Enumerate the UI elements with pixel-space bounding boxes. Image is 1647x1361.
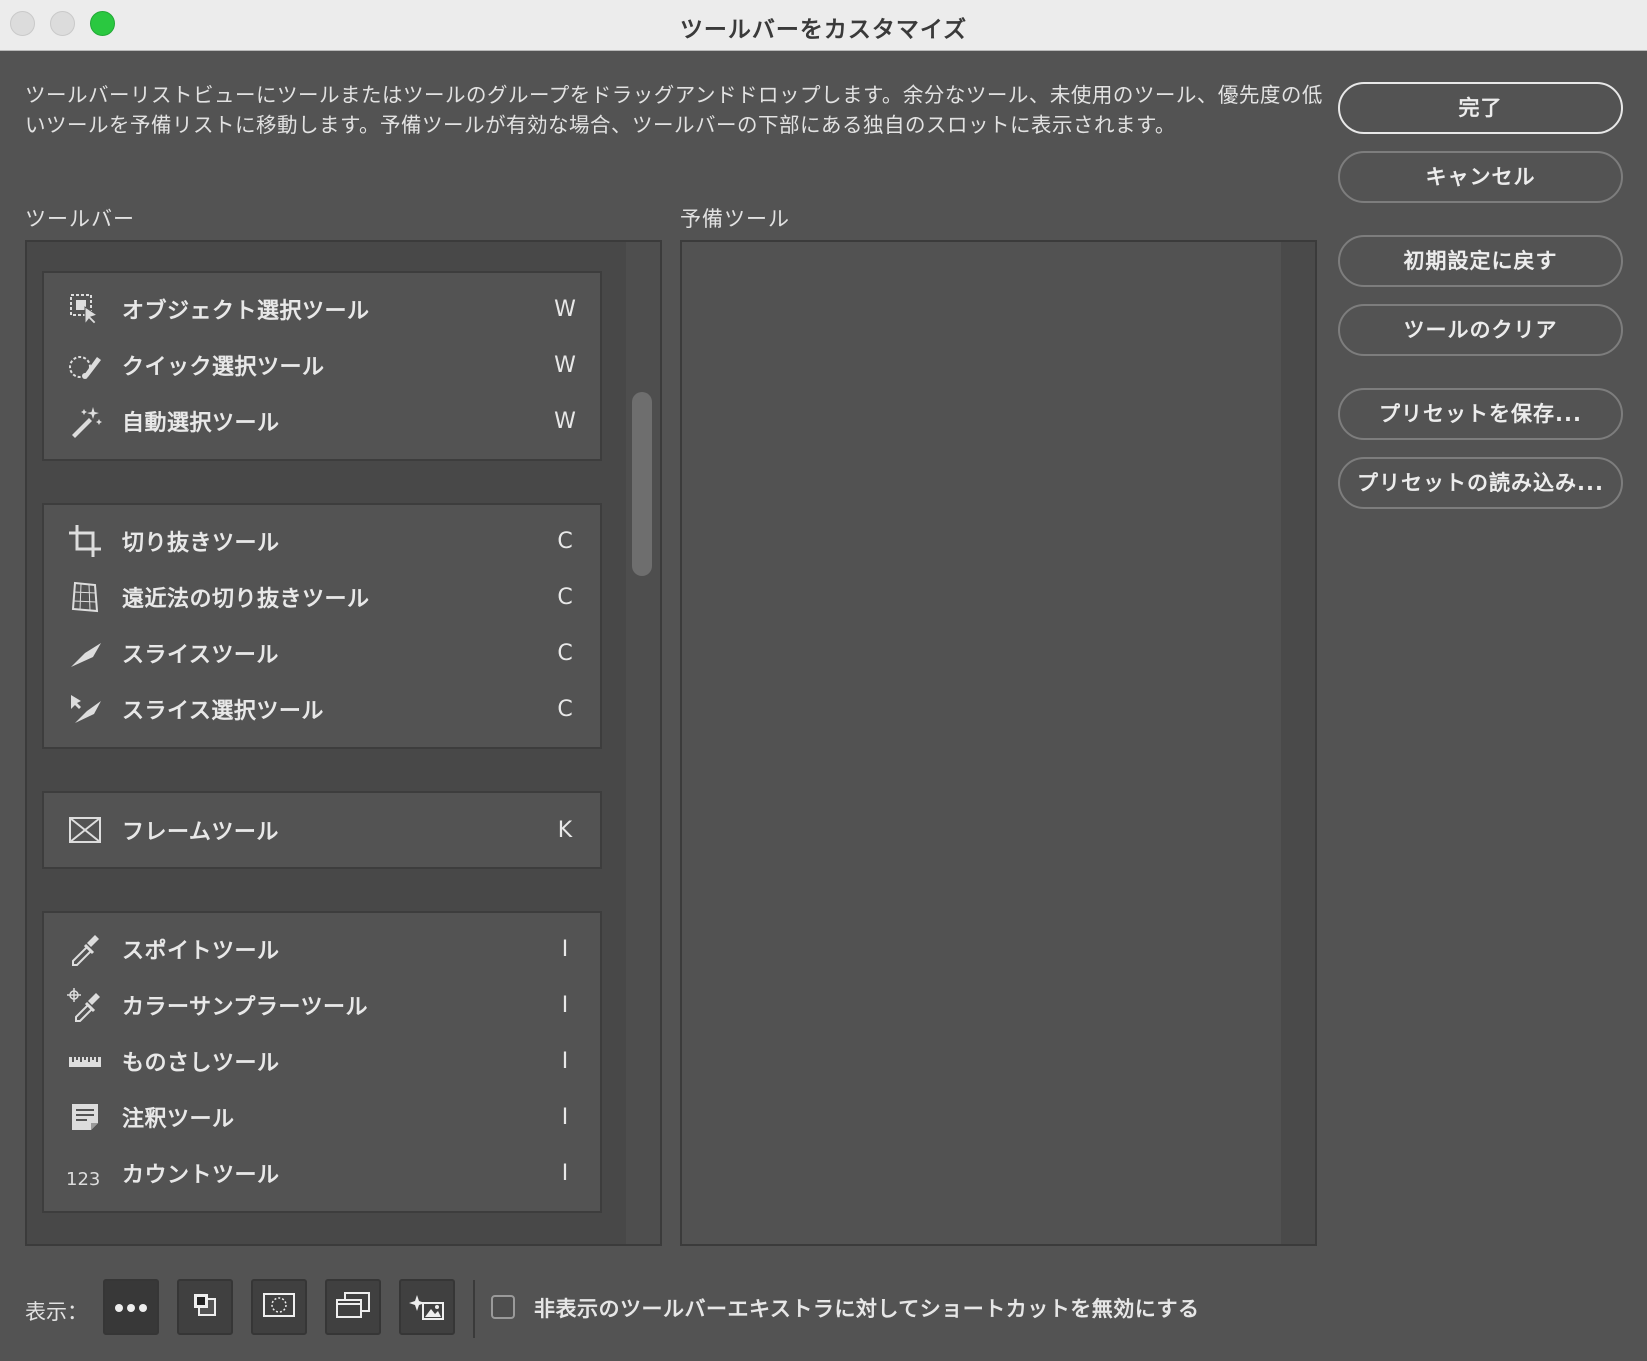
scrollbar-thumb[interactable]	[632, 392, 652, 576]
disable-shortcuts-checkbox[interactable]	[491, 1295, 515, 1319]
crop-icon	[64, 520, 106, 562]
tool-shortcut: I	[561, 1104, 569, 1130]
frame-icon	[64, 809, 106, 851]
tool-item[interactable]: ものさしツール I	[44, 1033, 600, 1089]
window-title: ツールバーをカスタマイズ	[679, 17, 968, 43]
show-label: 表示：	[25, 1300, 88, 1324]
tool-item[interactable]: 切り抜きツール C	[44, 513, 600, 569]
tool-item[interactable]: 遠近法の切り抜きツール C	[44, 569, 600, 625]
done-button[interactable]: 完了	[1338, 82, 1623, 134]
load-preset-button[interactable]: プリセットの読み込み...	[1338, 457, 1623, 509]
tool-item[interactable]: 自動選択ツール W	[44, 393, 600, 449]
screen-mode-toggle[interactable]	[325, 1279, 381, 1335]
ruler-icon	[64, 1040, 106, 1082]
tool-group[interactable]: 切り抜きツール C 遠近法の切り抜きツール C スライスツール C スライス選択…	[42, 503, 602, 749]
toolbar-list[interactable]: オブジェクト選択ツール W クイック選択ツール W 自動選択ツール W 切り抜き…	[25, 240, 662, 1246]
screen-mode-icon	[335, 1291, 371, 1323]
toolbar-list-label: ツールバー	[25, 207, 135, 231]
tool-name: クイック選択ツール	[122, 355, 325, 380]
tool-name: カウントツール	[122, 1163, 280, 1188]
tool-item[interactable]: クイック選択ツール W	[44, 337, 600, 393]
tool-group[interactable]: フレームツール K	[42, 791, 602, 869]
tool-shortcut: C	[557, 584, 573, 610]
tool-shortcut: W	[554, 352, 576, 378]
tool-shortcut: I	[561, 1160, 569, 1186]
perspective-crop-icon	[64, 576, 106, 618]
tool-name: スポイトツール	[122, 939, 280, 964]
quick-mask-icon	[262, 1291, 296, 1323]
tool-name: オブジェクト選択ツール	[122, 299, 370, 324]
tool-item[interactable]: 123 カウントツール I	[44, 1145, 600, 1201]
count-icon-text: 123	[66, 1169, 100, 1190]
eyedropper-icon	[64, 928, 106, 970]
generative-image-icon	[409, 1289, 445, 1325]
tool-item[interactable]: フレームツール K	[44, 802, 600, 858]
extra-tools-toggle[interactable]	[103, 1279, 159, 1335]
description-text: ツールバーリストビューにツールまたはツールのグループをドラッグアンドドロップしま…	[25, 83, 1323, 137]
tool-shortcut: C	[557, 696, 573, 722]
count-icon: 123	[64, 1152, 106, 1194]
title-bar: ツールバーをカスタマイズ	[0, 0, 1647, 51]
slice-select-icon	[64, 688, 106, 730]
tool-item[interactable]: オブジェクト選択ツール W	[44, 281, 600, 337]
generative-toggle[interactable]	[399, 1279, 455, 1335]
magic-wand-icon	[64, 400, 106, 442]
tool-group[interactable]: オブジェクト選択ツール W クイック選択ツール W 自動選択ツール W	[42, 271, 602, 461]
color-sampler-icon	[64, 984, 106, 1026]
tool-name: カラーサンプラーツール	[122, 995, 368, 1020]
more-icon	[114, 1298, 148, 1317]
tool-item[interactable]: カラーサンプラーツール I	[44, 977, 600, 1033]
tool-shortcut: C	[557, 640, 573, 666]
tool-shortcut: I	[561, 936, 569, 962]
tool-shortcut: K	[557, 817, 573, 843]
tool-name: 切り抜きツール	[122, 531, 280, 556]
tool-name: スライス選択ツール	[122, 699, 324, 724]
tool-shortcut: C	[557, 528, 573, 554]
disable-shortcuts-label[interactable]: 非表示のツールバーエキストラに対してショートカットを無効にする	[534, 1293, 1199, 1323]
save-preset-button[interactable]: プリセットを保存...	[1338, 388, 1623, 440]
tool-name: 遠近法の切り抜きツール	[122, 587, 370, 612]
object-selection-icon	[64, 288, 106, 330]
tool-name: ものさしツール	[122, 1051, 280, 1076]
tool-item[interactable]: スライスツール C	[44, 625, 600, 681]
quick-selection-icon	[64, 344, 106, 386]
divider	[473, 1280, 475, 1338]
tool-shortcut: I	[561, 992, 569, 1018]
note-icon	[64, 1096, 106, 1138]
toolbar-list-scrollbar[interactable]	[626, 242, 660, 1244]
tool-item[interactable]: スライス選択ツール C	[44, 681, 600, 737]
tool-name: 注釈ツール	[122, 1107, 235, 1132]
tool-item[interactable]: 注釈ツール I	[44, 1089, 600, 1145]
reset-defaults-button[interactable]: 初期設定に戻す	[1338, 235, 1623, 287]
quick-mask-toggle[interactable]	[251, 1279, 307, 1335]
slice-icon	[64, 632, 106, 674]
cancel-button[interactable]: キャンセル	[1338, 151, 1623, 203]
reserve-list-label: 予備ツール	[680, 207, 790, 231]
tool-group[interactable]: スポイトツール I カラーサンプラーツール I ものさしツール I 注釈ツール …	[42, 911, 602, 1213]
tool-shortcut: W	[554, 408, 576, 434]
reserve-tools-list[interactable]	[680, 240, 1317, 1246]
tool-shortcut: I	[561, 1048, 569, 1074]
foreground-background-icon	[191, 1291, 219, 1323]
reserve-list-scrollbar[interactable]	[1281, 242, 1315, 1244]
tool-item[interactable]: スポイトツール I	[44, 921, 600, 977]
tool-name: 自動選択ツール	[122, 411, 280, 436]
tool-name: スライスツール	[122, 643, 279, 668]
color-swatches-toggle[interactable]	[177, 1279, 233, 1335]
clear-tools-button[interactable]: ツールのクリア	[1338, 304, 1623, 356]
tool-shortcut: W	[554, 296, 576, 322]
tool-name: フレームツール	[122, 820, 279, 845]
